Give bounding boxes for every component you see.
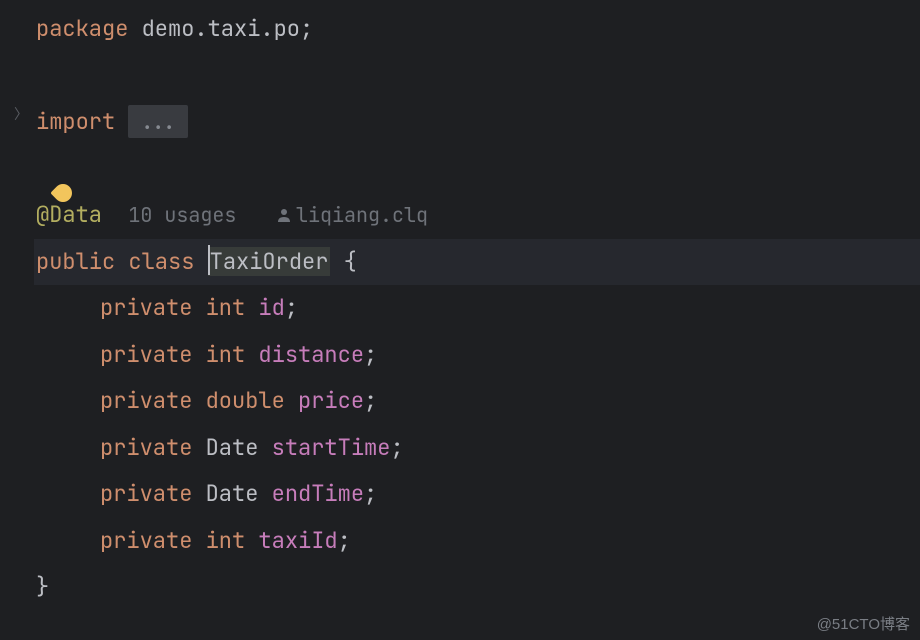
code-line-empty[interactable]	[36, 146, 920, 193]
usages-hint[interactable]: 10 usages	[128, 202, 236, 228]
code-line[interactable]: package demo.taxi.po;	[36, 6, 920, 53]
code-area[interactable]: package demo.taxi.po; import ... @Data 1…	[36, 0, 920, 640]
keyword-private: private	[100, 433, 192, 462]
code-line[interactable]: private double price;	[36, 378, 920, 425]
keyword-class: class	[128, 247, 194, 276]
keyword-private: private	[100, 386, 192, 415]
text-caret	[208, 245, 210, 275]
semicolon: ;	[300, 14, 313, 43]
fold-chevron-icon[interactable]: 〉	[14, 104, 28, 124]
code-editor[interactable]: 〉 package demo.taxi.po; import ... @Data…	[0, 0, 920, 640]
code-line-cursor[interactable]: public class TaxiOrder {	[34, 239, 920, 286]
semicolon: ;	[364, 340, 377, 369]
code-line[interactable]: private int distance;	[36, 332, 920, 379]
keyword-public: public	[36, 247, 115, 276]
semicolon: ;	[285, 293, 298, 322]
semicolon: ;	[364, 479, 377, 508]
code-line[interactable]: @Data 10 usages liqiang.clq	[36, 192, 920, 239]
code-line-empty[interactable]	[36, 53, 920, 100]
field-id: id	[258, 293, 284, 322]
package-name: demo.taxi.po	[142, 14, 300, 43]
code-line[interactable]: private Date endTime;	[36, 471, 920, 518]
field-distance: distance	[258, 340, 364, 369]
close-brace: }	[36, 572, 49, 601]
watermark: @51CTO博客	[817, 613, 910, 634]
type-double: double	[206, 386, 285, 415]
keyword-private: private	[100, 340, 192, 369]
field-taxiId: taxiId	[258, 526, 337, 555]
type-int: int	[206, 340, 246, 369]
keyword-private: private	[100, 293, 192, 322]
folded-imports[interactable]: ...	[128, 105, 188, 138]
field-price: price	[298, 386, 364, 415]
code-line[interactable]: }	[36, 564, 920, 611]
type-int: int	[206, 526, 246, 555]
code-line[interactable]: private int taxiId;	[36, 518, 920, 565]
field-endTime: endTime	[272, 479, 364, 508]
person-icon	[276, 193, 292, 240]
class-name: TaxiOrder	[208, 247, 331, 276]
field-startTime: startTime	[272, 433, 391, 462]
open-brace: {	[344, 247, 357, 276]
keyword-private: private	[100, 479, 192, 508]
keyword-private: private	[100, 526, 192, 555]
code-line[interactable]: private int id;	[36, 285, 920, 332]
author-hint[interactable]: liqiang.clq	[296, 202, 428, 228]
keyword-import: import	[36, 107, 115, 136]
semicolon: ;	[390, 433, 403, 462]
type-date: Date	[206, 479, 259, 508]
gutter: 〉	[0, 0, 36, 640]
annotation-data: @Data	[36, 200, 102, 229]
type-date: Date	[206, 433, 259, 462]
keyword-package: package	[36, 14, 128, 43]
code-line[interactable]: import ...	[36, 99, 920, 146]
code-line[interactable]: private Date startTime;	[36, 425, 920, 472]
type-int: int	[206, 293, 246, 322]
semicolon: ;	[364, 386, 377, 415]
semicolon: ;	[338, 526, 351, 555]
